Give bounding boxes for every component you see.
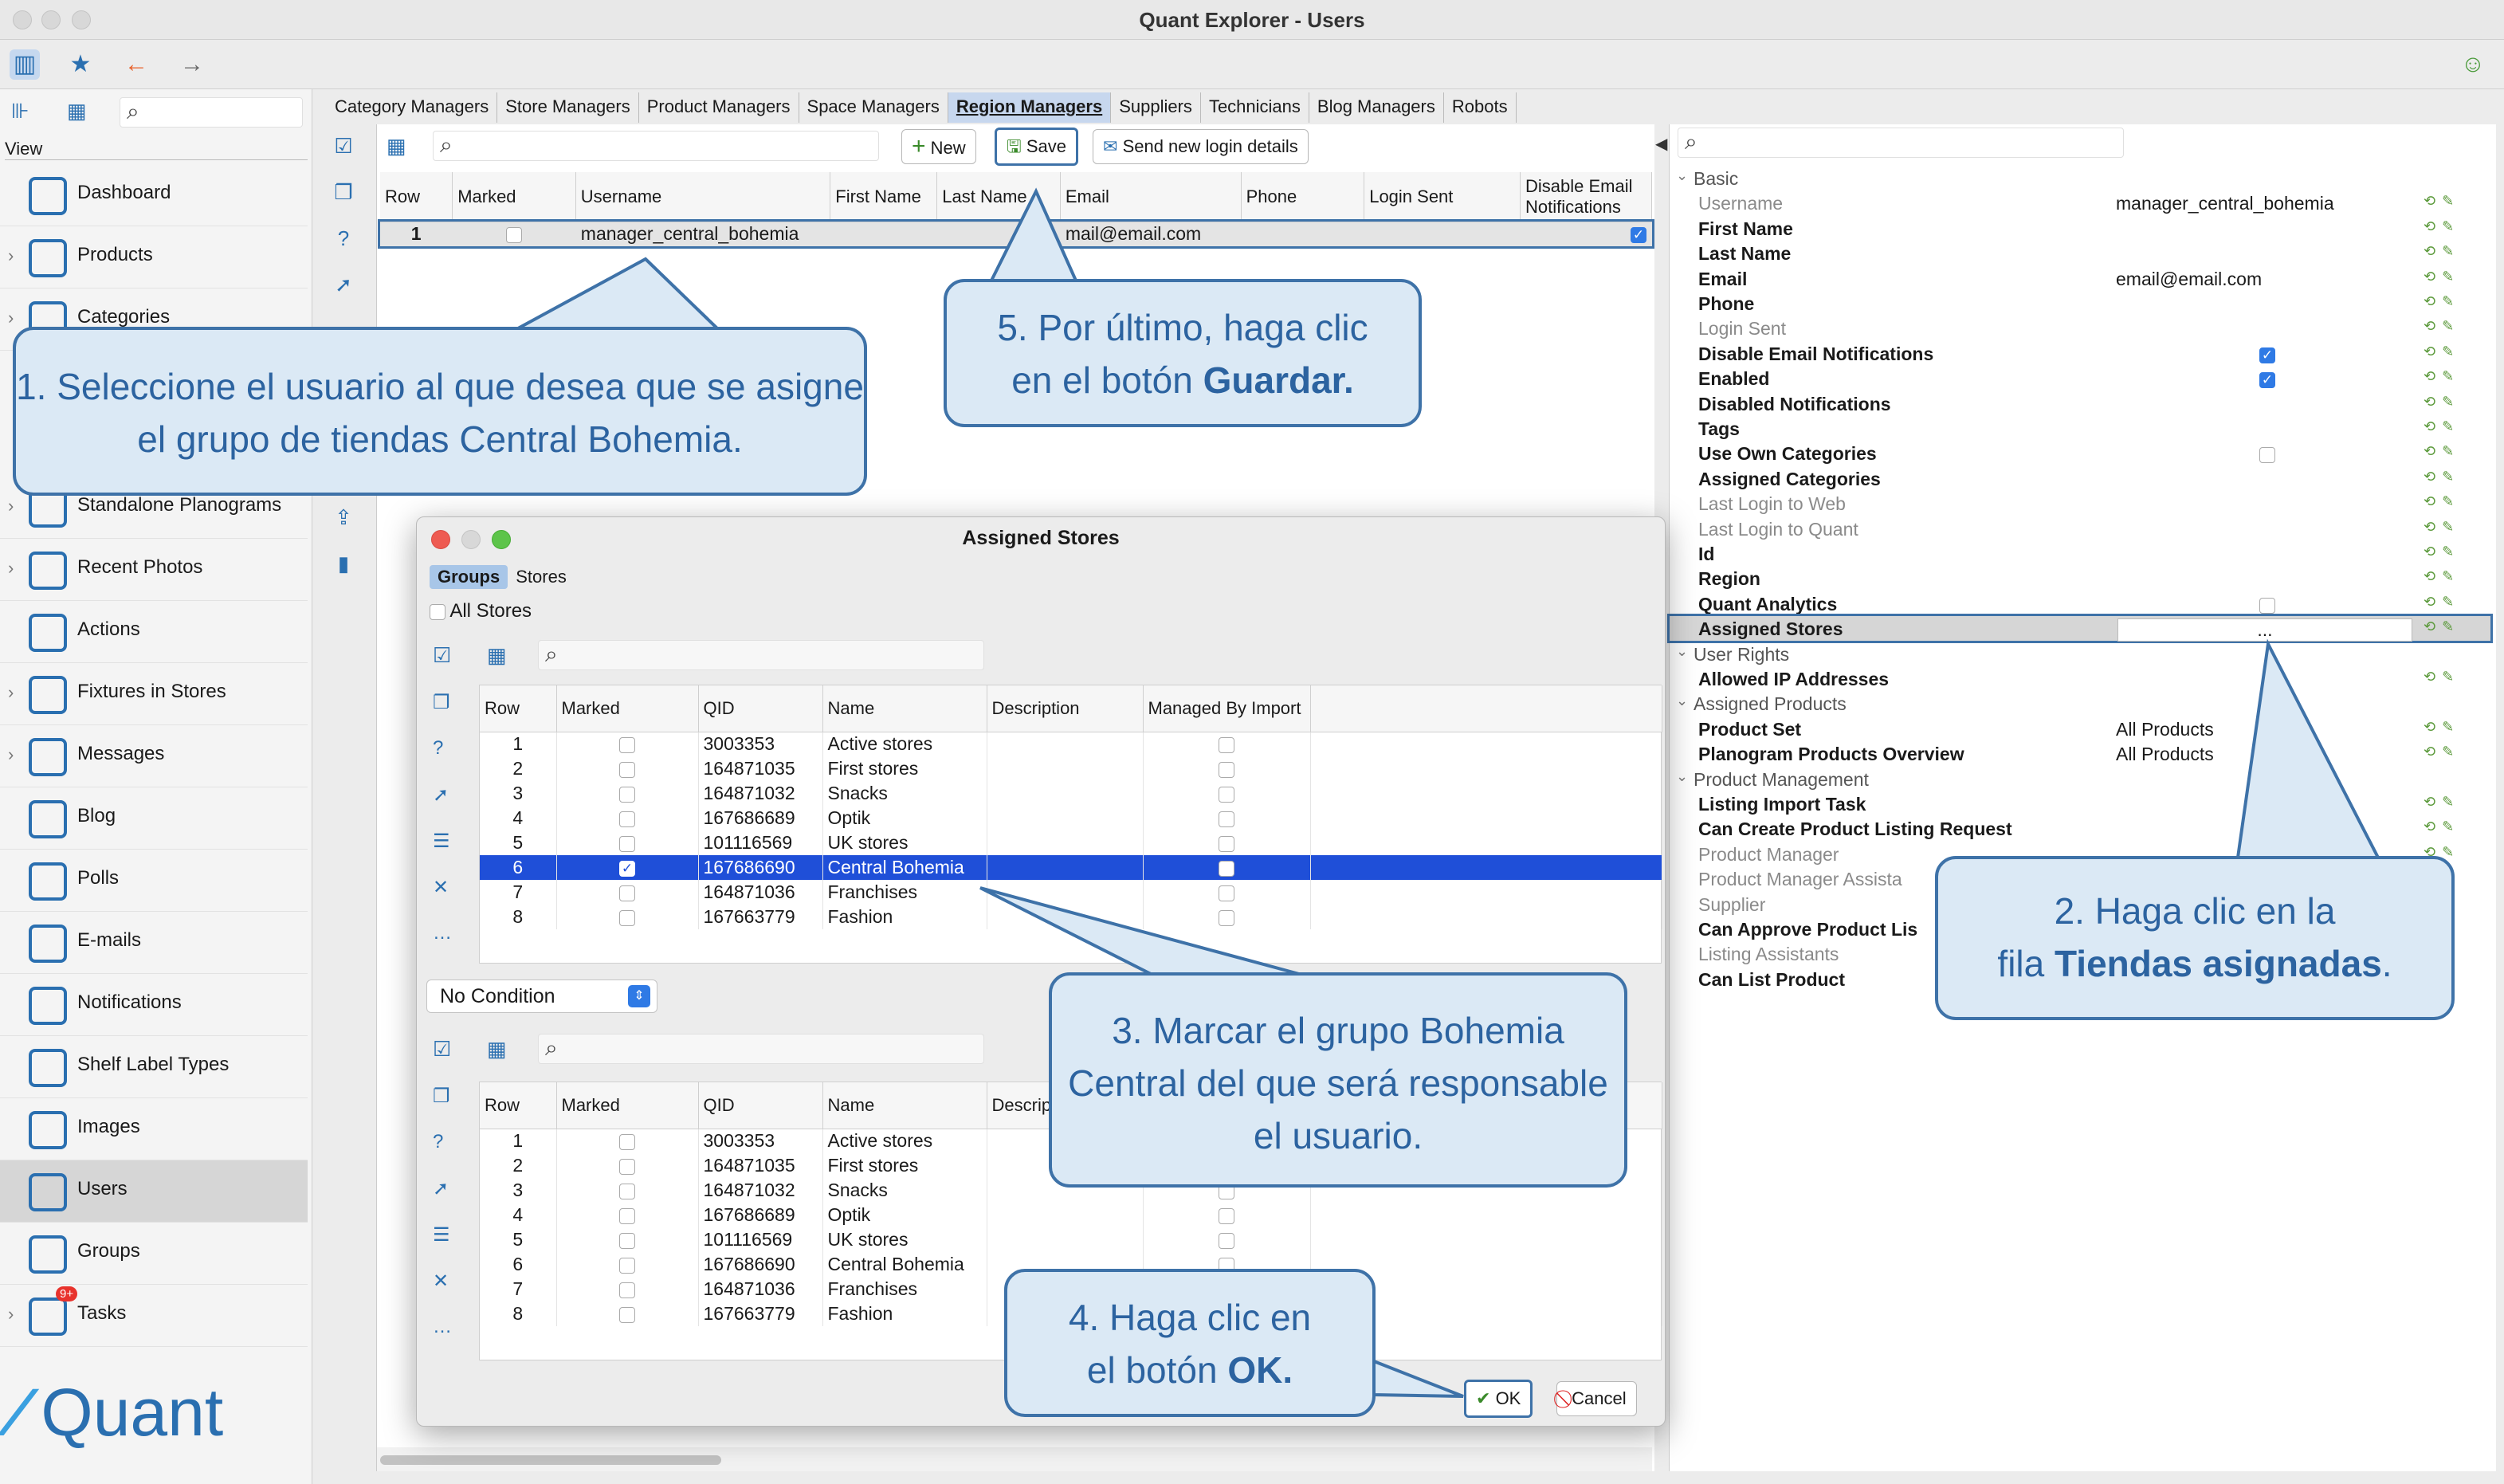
callout-4-emphasis: OK [1227, 1349, 1283, 1391]
callout-2-pointer [2235, 638, 2381, 859]
callout-5-emphasis: Guardar [1203, 359, 1344, 401]
callout-2-line1: 2. Haga clic en la [2054, 890, 2336, 932]
callout-5-line1: 5. Por último, haga clic [997, 307, 1368, 348]
callout-1: 1. Seleccione el usuario al que desea qu… [13, 327, 867, 496]
callout-2-line2: fila [1997, 943, 2055, 984]
callout-1-pointer [517, 257, 721, 330]
callout-5: 5. Por último, haga clic en el botón Guar… [944, 279, 1422, 427]
callout-5-line2: en el botón [1011, 359, 1203, 401]
callout-4-line1: 4. Haga clic en [1068, 1297, 1312, 1338]
callout-3-pointer [979, 886, 1300, 976]
callout-3: 3. Marcar el grupo Bohemia Central del q… [1049, 972, 1627, 1188]
callout-4: 4. Haga clic en el botón OK. [1004, 1269, 1376, 1417]
callout-4-pointer [1372, 1359, 1464, 1398]
callout-2-emphasis: Tiendas asignadas [2055, 943, 2382, 984]
callout-4-line2: el botón [1086, 1349, 1228, 1391]
callout-5-pointer [988, 187, 1079, 282]
callout-2: 2. Haga clic en la fila Tiendas asignadas… [1935, 856, 2455, 1020]
callout-pointers [517, 187, 2381, 1398]
